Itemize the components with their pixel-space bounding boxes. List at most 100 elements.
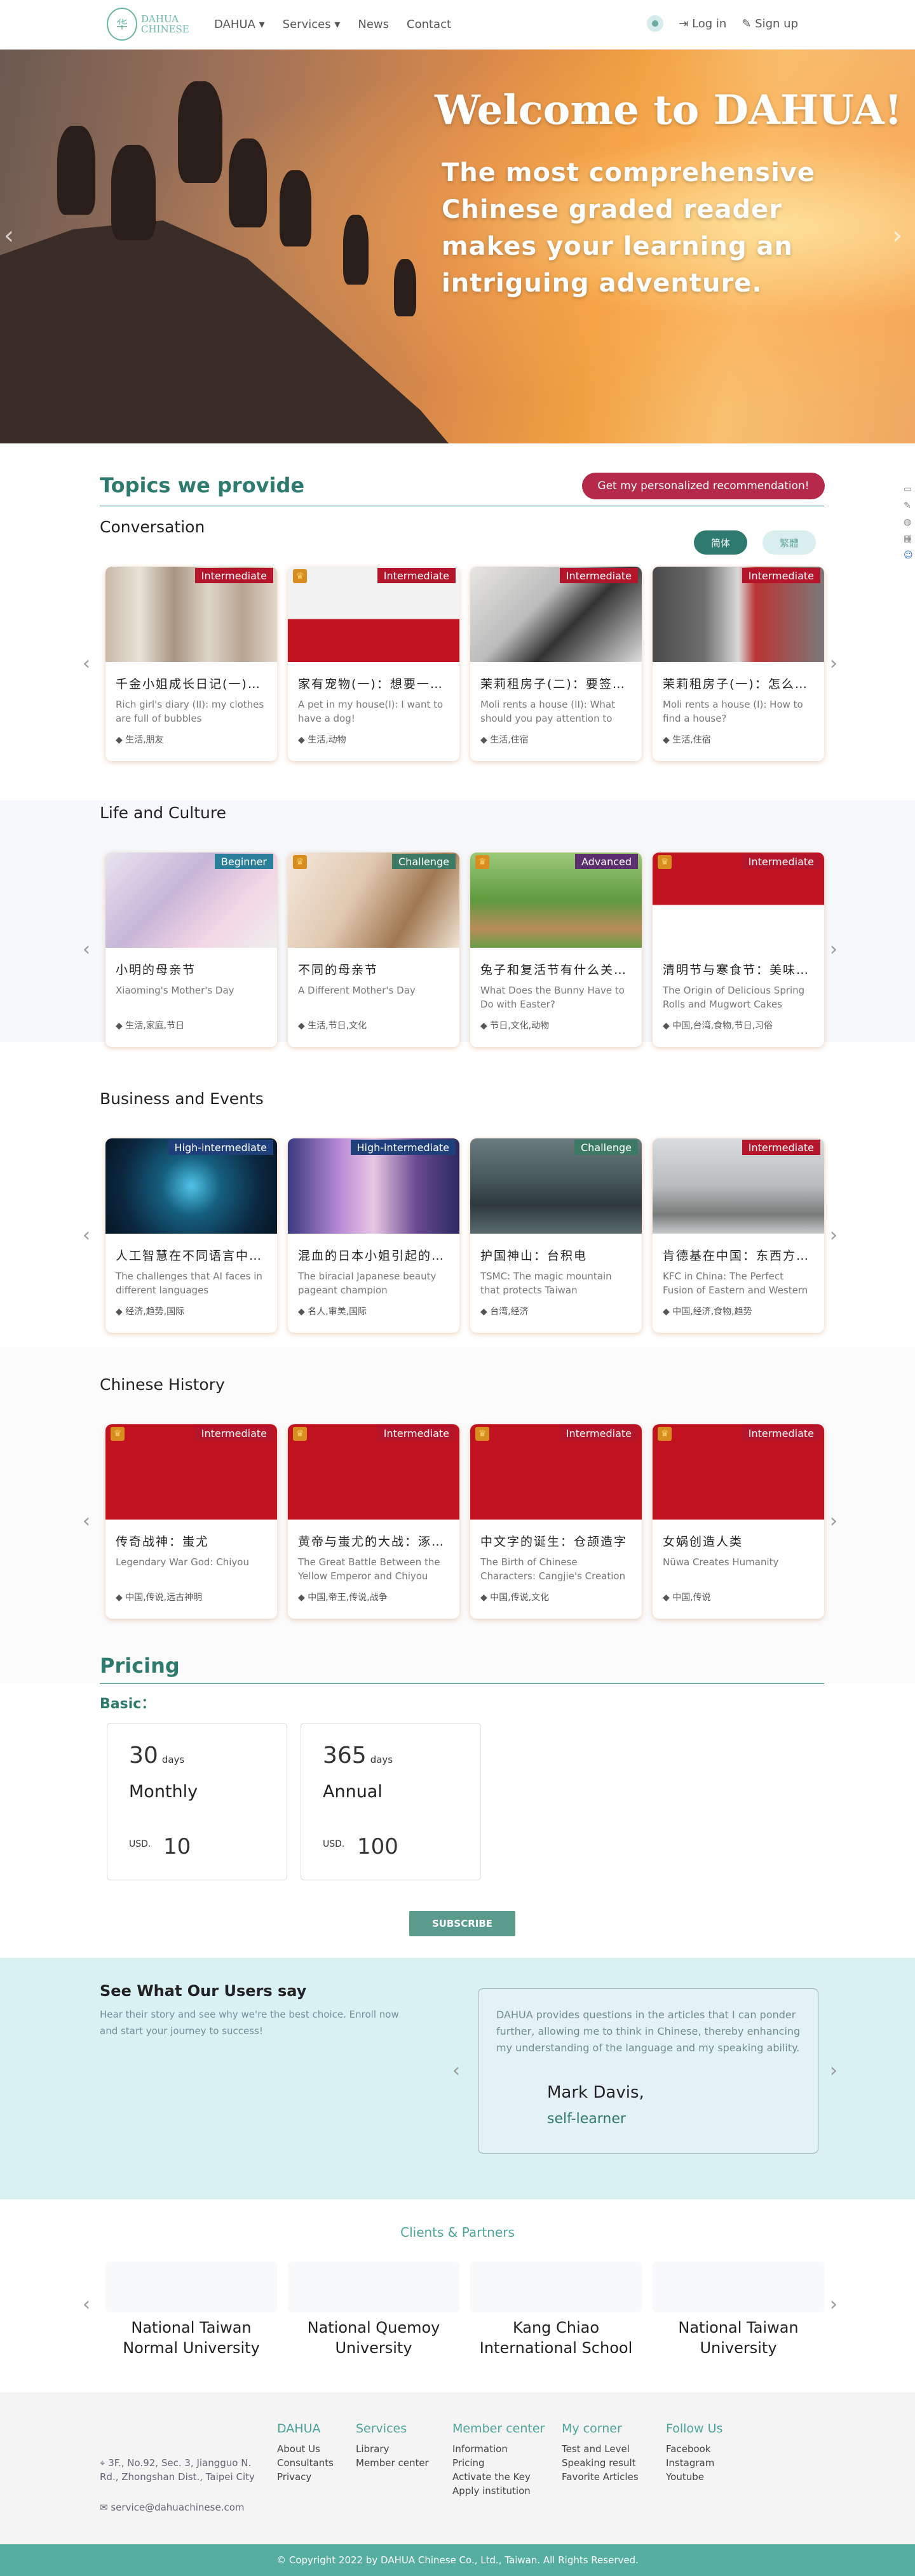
article-card[interactable]: Intermediate 茉莉租房子(二)：要签合约 Moli rents a ho… [470, 567, 642, 761]
chevron-left-icon[interactable]: ‹ [83, 938, 90, 961]
chevron-right-icon[interactable]: › [830, 938, 837, 961]
topics-heading: Topics we provide [100, 473, 305, 497]
user-avatar-icon[interactable] [647, 15, 664, 32]
plan-amount: 10 [163, 1834, 191, 1859]
article-title-zh: 兔子和复活节有什么关系？ [480, 963, 632, 977]
article-card[interactable]: Intermediate 茉莉租房子(一)：怎么找房子？ Moli rents a … [653, 567, 824, 761]
plan-monthly[interactable]: 30 days Monthly USD. 10 [107, 1723, 287, 1880]
chevron-down-icon: ▾ [259, 18, 265, 31]
footer-link[interactable]: Favorite Articles [562, 2470, 639, 2484]
nav-services[interactable]: Services ▾ [283, 18, 341, 31]
article-card[interactable]: ♛ Intermediate 女娲创造人类 Nüwa Creates Humanity… [653, 1424, 824, 1619]
article-title-en: The biracial Japanese beauty pageant cha… [298, 1271, 437, 1296]
smile-icon[interactable]: ☺ [904, 550, 913, 560]
article-thumbnail: Intermediate [653, 567, 824, 662]
chevron-right-icon[interactable]: › [830, 652, 837, 675]
article-card[interactable]: ♛ Intermediate 清明节与寒食节：美味的春卷与艾草粿 The Origin… [653, 853, 824, 1047]
footer-link[interactable]: Privacy [277, 2470, 334, 2484]
article-title-zh: 茉莉租房子(二)：要签合约 [480, 677, 632, 691]
article-tags: ◆ 中国,经济,食物,趋势 [663, 1307, 752, 1317]
footer-link[interactable]: Consultants [277, 2456, 334, 2470]
book-icon[interactable]: ▭ [904, 484, 913, 494]
article-card[interactable]: ♛ Intermediate 家有宠物(一)：想要一只狗！ A pet in my h… [288, 567, 459, 761]
chevron-right-icon[interactable]: › [830, 2293, 837, 2316]
level-badge: Intermediate [742, 1140, 820, 1155]
footer-link[interactable]: Instagram [666, 2456, 722, 2470]
chevron-left-icon[interactable]: ‹ [83, 652, 90, 675]
footer-column-head: Member center [452, 2422, 545, 2436]
recommendation-button[interactable]: Get my personalized recommendation! [582, 473, 825, 499]
signup-link[interactable]: ✎ Sign up [742, 17, 798, 30]
hero-next-icon[interactable]: › [892, 221, 902, 250]
subscribe-button[interactable]: SUBSCRIBE [409, 1911, 515, 1936]
footer-link[interactable]: Test and Level [562, 2442, 639, 2456]
card-row: Intermediate 千金小姐成长日记(一)：我的衣服都是毛球 Rich gir… [105, 567, 824, 761]
card-row: ♛ Intermediate 传奇战神：蚩尤 Legendary War God: C… [105, 1424, 824, 1619]
footer-link[interactable]: Apply institution [452, 2484, 545, 2498]
footer-link[interactable]: Pricing [452, 2456, 545, 2470]
footer-link[interactable]: Activate the Key [452, 2470, 545, 2484]
footer-link[interactable]: Library [356, 2442, 429, 2456]
article-thumbnail: Intermediate [105, 567, 277, 662]
article-card[interactable]: Challenge 护国神山：台积电 TSMC: The magic mountai… [470, 1138, 642, 1333]
chevron-left-icon[interactable]: ‹ [83, 2293, 90, 2316]
article-card[interactable]: High-intermediate 人工智慧在不同语言中的挑战 The challe… [105, 1138, 277, 1333]
logo[interactable]: 华 DAHUA CHINESE [107, 8, 189, 41]
article-card[interactable]: ♛ Intermediate 中文字的诞生：仓颉造字 The Birth of Chi… [470, 1424, 642, 1619]
article-card[interactable]: ♛ Intermediate 黄帝与蚩尤的大战：涿鹿之战 The Great Batt… [288, 1424, 459, 1619]
article-card[interactable]: High-intermediate 混血的日本小姐引起的争议 The biracia… [288, 1138, 459, 1333]
chevron-left-icon[interactable]: ‹ [452, 2060, 460, 2082]
footer-column: Member center Information Pricing Activate … [452, 2422, 545, 2498]
nav-dahua[interactable]: DAHUA ▾ [214, 18, 265, 31]
footer-column: Follow Us Facebook Instagram Youtube [666, 2422, 722, 2484]
footer-email[interactable]: ✉ service@dahuachinese.com [100, 2502, 245, 2513]
article-title-zh: 人工智慧在不同语言中的挑战 [116, 1249, 267, 1263]
article-card[interactable]: Beginner 小明的母亲节 Xiaoming's Mother's Day ◆ 生… [105, 853, 277, 1047]
logo-mark: 华 [107, 8, 137, 41]
copyright: © Copyright 2022 by DAHUA Chinese Co., L… [0, 2544, 915, 2576]
grid-icon[interactable]: ▦ [904, 534, 913, 544]
nav-contact[interactable]: Contact [407, 18, 451, 31]
plan-currency: USD. [129, 1839, 151, 1849]
article-title-en: Legendary War God: Chiyou [116, 1556, 249, 1568]
hiker-figure [394, 259, 416, 316]
toggle-traditional[interactable]: 繁體 [762, 530, 816, 555]
article-card[interactable]: ♛ Challenge 不同的母亲节 A Different Mother's Day… [288, 853, 459, 1047]
article-title-zh: 茉莉租房子(一)：怎么找房子？ [663, 677, 814, 691]
article-card[interactable]: Intermediate 千金小姐成长日记(一)：我的衣服都是毛球 Rich gir… [105, 567, 277, 761]
edit-icon[interactable]: ✎ [904, 501, 913, 511]
footer-link[interactable]: About Us [277, 2442, 334, 2456]
level-badge: Challenge [392, 854, 456, 869]
article-title-en: Xiaoming's Mother's Day [116, 985, 234, 996]
plan-annual[interactable]: 365 days Annual USD. 100 [301, 1723, 481, 1880]
category-title: Life and Culture [100, 804, 226, 822]
footer-link[interactable]: Member center [356, 2456, 429, 2470]
chevron-right-icon[interactable]: › [830, 1224, 837, 1246]
article-card[interactable]: Intermediate 肯德基在中国：东西方的完美融合 KFC in China:… [653, 1138, 824, 1333]
article-thumbnail: High-intermediate [105, 1138, 277, 1234]
chevron-left-icon[interactable]: ‹ [83, 1510, 90, 1532]
tag-icon: ◆ [480, 1593, 487, 1603]
nav-news[interactable]: News [358, 18, 389, 31]
globe-icon[interactable]: ◍ [904, 517, 913, 527]
article-card[interactable]: ♛ Intermediate 传奇战神：蚩尤 Legendary War God: C… [105, 1424, 277, 1619]
hero-prev-icon[interactable]: ‹ [4, 221, 14, 250]
login-link[interactable]: ⇥ Log in [679, 17, 726, 30]
tag-icon: ◆ [298, 1593, 305, 1603]
chevron-right-icon[interactable]: › [830, 2060, 837, 2082]
article-title-zh: 中文字的诞生：仓颉造字 [480, 1535, 628, 1549]
tag-icon: ◆ [663, 1021, 670, 1031]
plan-name: Monthly [129, 1782, 198, 1802]
footer-link[interactable]: Information [452, 2442, 545, 2456]
toggle-simplified[interactable]: 简体 [694, 530, 747, 555]
level-badge: Intermediate [194, 1426, 273, 1441]
tag-icon: ◆ [116, 735, 123, 745]
chevron-left-icon[interactable]: ‹ [83, 1224, 90, 1246]
testimonials-subtitle: Hear their story and see why we're the b… [100, 2009, 399, 2037]
footer-link[interactable]: Speaking result [562, 2456, 639, 2470]
footer-link[interactable]: Facebook [666, 2442, 722, 2456]
hiker-figure [343, 215, 369, 285]
chevron-right-icon[interactable]: › [830, 1510, 837, 1532]
article-card[interactable]: ♛ Advanced 兔子和复活节有什么关系？ What Does the Bunny… [470, 853, 642, 1047]
footer-link[interactable]: Youtube [666, 2470, 722, 2484]
